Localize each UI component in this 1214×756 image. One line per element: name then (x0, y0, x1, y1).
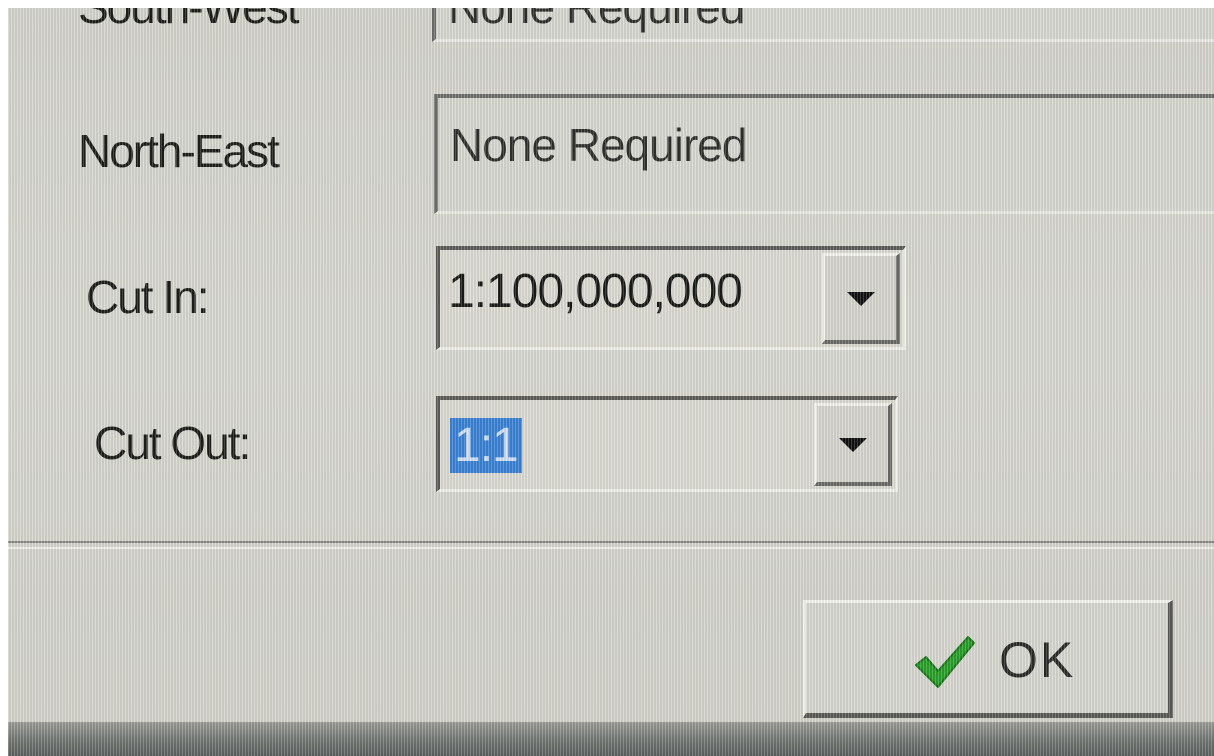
south-west-value: None Required (448, 8, 745, 34)
chevron-down-icon (838, 438, 867, 452)
cut-in-select[interactable]: 1:100,000,000 (436, 246, 906, 350)
cut-out-select[interactable]: 1:1 (436, 396, 898, 492)
north-east-label: North-East (78, 125, 280, 177)
ok-label: OK (999, 632, 1076, 688)
ok-button[interactable]: OK (803, 600, 1173, 718)
separator (8, 541, 1214, 549)
scale-range-dialog: South-West None Required North-East None… (8, 8, 1214, 756)
cut-in-dropdown-button[interactable] (822, 253, 900, 344)
cut-out-value: 1:1 (450, 418, 522, 473)
check-icon (915, 636, 975, 688)
cut-in-label: Cut In: (86, 271, 210, 323)
cut-out-dropdown-button[interactable] (814, 403, 892, 486)
north-east-value: None Required (450, 119, 747, 171)
window-bottom-border (8, 722, 1214, 756)
south-west-field: None Required (432, 8, 1214, 42)
chevron-down-icon (846, 292, 875, 306)
south-west-label: South-West (78, 8, 299, 34)
cut-out-label: Cut Out: (94, 417, 251, 469)
north-east-field: None Required (434, 94, 1214, 214)
cut-in-value: 1:100,000,000 (448, 265, 743, 318)
